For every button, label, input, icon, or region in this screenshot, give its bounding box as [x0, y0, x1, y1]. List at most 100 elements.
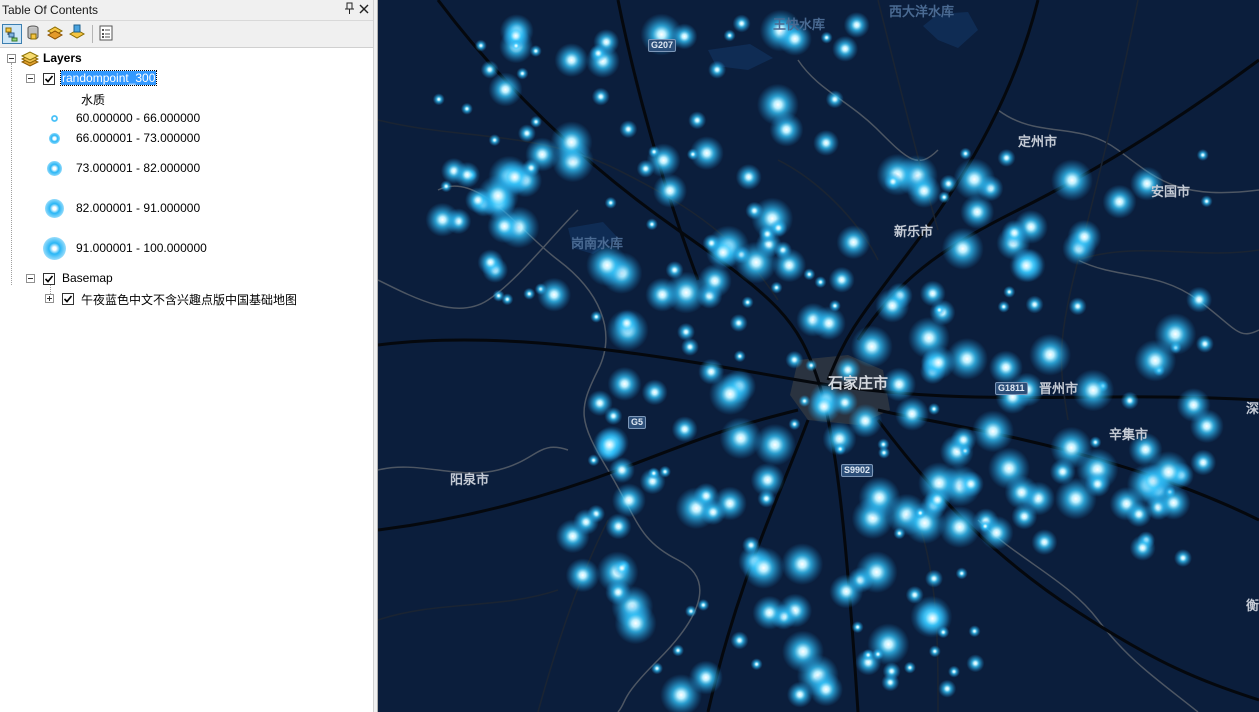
basemap-visibility-checkbox[interactable]	[43, 273, 55, 285]
water-quality-point	[487, 209, 522, 244]
toc-title-bar: Table Of Contents	[0, 0, 373, 21]
water-quality-point	[709, 373, 751, 416]
highway-shield: G5	[628, 416, 647, 429]
water-quality-point	[924, 486, 951, 513]
water-quality-point	[497, 160, 532, 195]
water-quality-point	[590, 310, 603, 323]
water-quality-point	[903, 661, 916, 674]
water-quality-point	[605, 513, 632, 540]
water-quality-point	[612, 559, 631, 578]
water-quality-point	[950, 426, 977, 453]
water-quality-point	[1120, 391, 1139, 410]
toc-toolbar	[0, 21, 373, 48]
pin-icon[interactable]	[344, 2, 356, 16]
toc-title: Table Of Contents	[2, 3, 99, 17]
water-quality-point	[807, 389, 841, 424]
water-quality-point	[785, 350, 804, 369]
layer-visibility-checkbox[interactable]	[43, 73, 55, 85]
water-quality-point	[905, 585, 924, 604]
collapse-layers-toggle[interactable]	[7, 54, 16, 63]
water-quality-point	[828, 266, 855, 293]
water-quality-point	[677, 322, 695, 341]
water-quality-point	[592, 427, 627, 462]
city-label: 定州市	[1018, 134, 1058, 149]
water-quality-point	[752, 595, 787, 630]
point-layer	[425, 9, 1224, 712]
list-by-source-icon[interactable]	[24, 24, 44, 44]
water-quality-point	[735, 241, 778, 284]
water-quality-point	[811, 306, 846, 341]
water-quality-point	[825, 90, 844, 109]
legend-class-label: 66.000001 - 73.000000	[76, 131, 201, 145]
water-quality-point	[745, 201, 764, 220]
tree-line	[11, 63, 12, 285]
water-quality-point	[997, 148, 1016, 167]
water-quality-point	[884, 172, 902, 191]
water-quality-point	[966, 654, 985, 673]
layer-tree: Layers randompoint_300 水质 60.000000 - 66…	[0, 48, 373, 712]
point-symbol-icon	[43, 237, 66, 260]
water-quality-point	[488, 72, 523, 107]
highway-shield: S9902	[841, 464, 874, 477]
list-by-selection-icon[interactable]	[68, 24, 88, 44]
water-quality-point	[925, 569, 943, 588]
water-quality-point	[573, 509, 599, 535]
point-symbol-icon	[51, 115, 58, 122]
water-quality-point	[432, 93, 445, 106]
legend-class-label: 73.000001 - 82.000000	[76, 161, 201, 175]
water-quality-point	[645, 277, 680, 312]
water-quality-point	[591, 87, 610, 106]
city-label: 深	[1246, 401, 1259, 416]
water-quality-point	[708, 60, 727, 79]
water-quality-point	[938, 191, 951, 204]
water-quality-point	[1189, 409, 1224, 444]
water-quality-point	[477, 249, 504, 276]
list-by-visibility-icon[interactable]	[46, 24, 66, 44]
water-quality-point	[1011, 503, 1038, 530]
reservoir-label: 西大洋水库	[889, 4, 955, 19]
water-quality-point	[928, 403, 940, 415]
water-quality-point	[1089, 436, 1102, 449]
collapse-basemap-toggle[interactable]	[26, 274, 35, 283]
collapse-layer-toggle[interactable]	[26, 74, 35, 83]
highway-shield: G1811	[995, 382, 1028, 395]
list-by-drawing-order-icon[interactable]	[2, 24, 22, 44]
table-of-contents-panel: Table Of Contents Layers randompoint_300…	[0, 0, 373, 712]
reservoir-label: 王快水库	[773, 17, 826, 32]
water-quality-point	[741, 296, 754, 309]
water-quality-point	[742, 536, 761, 555]
expand-basemap-layer-toggle[interactable]	[45, 294, 54, 303]
water-quality-point	[781, 543, 824, 586]
water-quality-point	[872, 648, 884, 661]
water-quality-point	[957, 471, 984, 497]
close-icon[interactable]	[358, 1, 370, 17]
water-quality-point	[1054, 477, 1097, 520]
options-icon[interactable]	[97, 24, 117, 44]
water-quality-point	[851, 621, 864, 634]
water-quality-point	[1195, 334, 1214, 353]
highway-shield: G207	[648, 39, 677, 52]
water-quality-point	[733, 350, 746, 363]
water-quality-point	[770, 281, 783, 294]
layer-name-label[interactable]: randompoint_300	[59, 70, 158, 86]
water-quality-point	[529, 45, 542, 57]
basemap-layer-label[interactable]: 午夜蓝色中文不含兴趣点版中国基础地图	[81, 291, 297, 308]
water-quality-point	[928, 645, 941, 658]
water-quality-point	[1200, 195, 1213, 208]
water-quality-point	[659, 465, 671, 478]
water-quality-point	[607, 366, 642, 401]
water-quality-point	[1067, 219, 1102, 254]
water-quality-point	[537, 277, 572, 312]
water-quality-point	[614, 602, 657, 645]
water-quality-point	[914, 507, 927, 519]
water-quality-point	[729, 314, 748, 332]
map-view[interactable]: 王快水库 西大洋水库 岗南水库 定州市 安国市 新乐市 石家庄市 晋州市 辛集市…	[378, 0, 1259, 712]
water-quality-point	[510, 39, 523, 52]
water-quality-point	[953, 158, 996, 201]
basemap-group-label[interactable]: Basemap	[62, 271, 113, 285]
city-label: 新乐市	[894, 224, 934, 239]
basemap-layer-checkbox[interactable]	[62, 293, 74, 305]
layers-root-label[interactable]: Layers	[43, 51, 82, 65]
water-quality-point	[968, 625, 981, 638]
water-quality-point	[832, 35, 859, 62]
